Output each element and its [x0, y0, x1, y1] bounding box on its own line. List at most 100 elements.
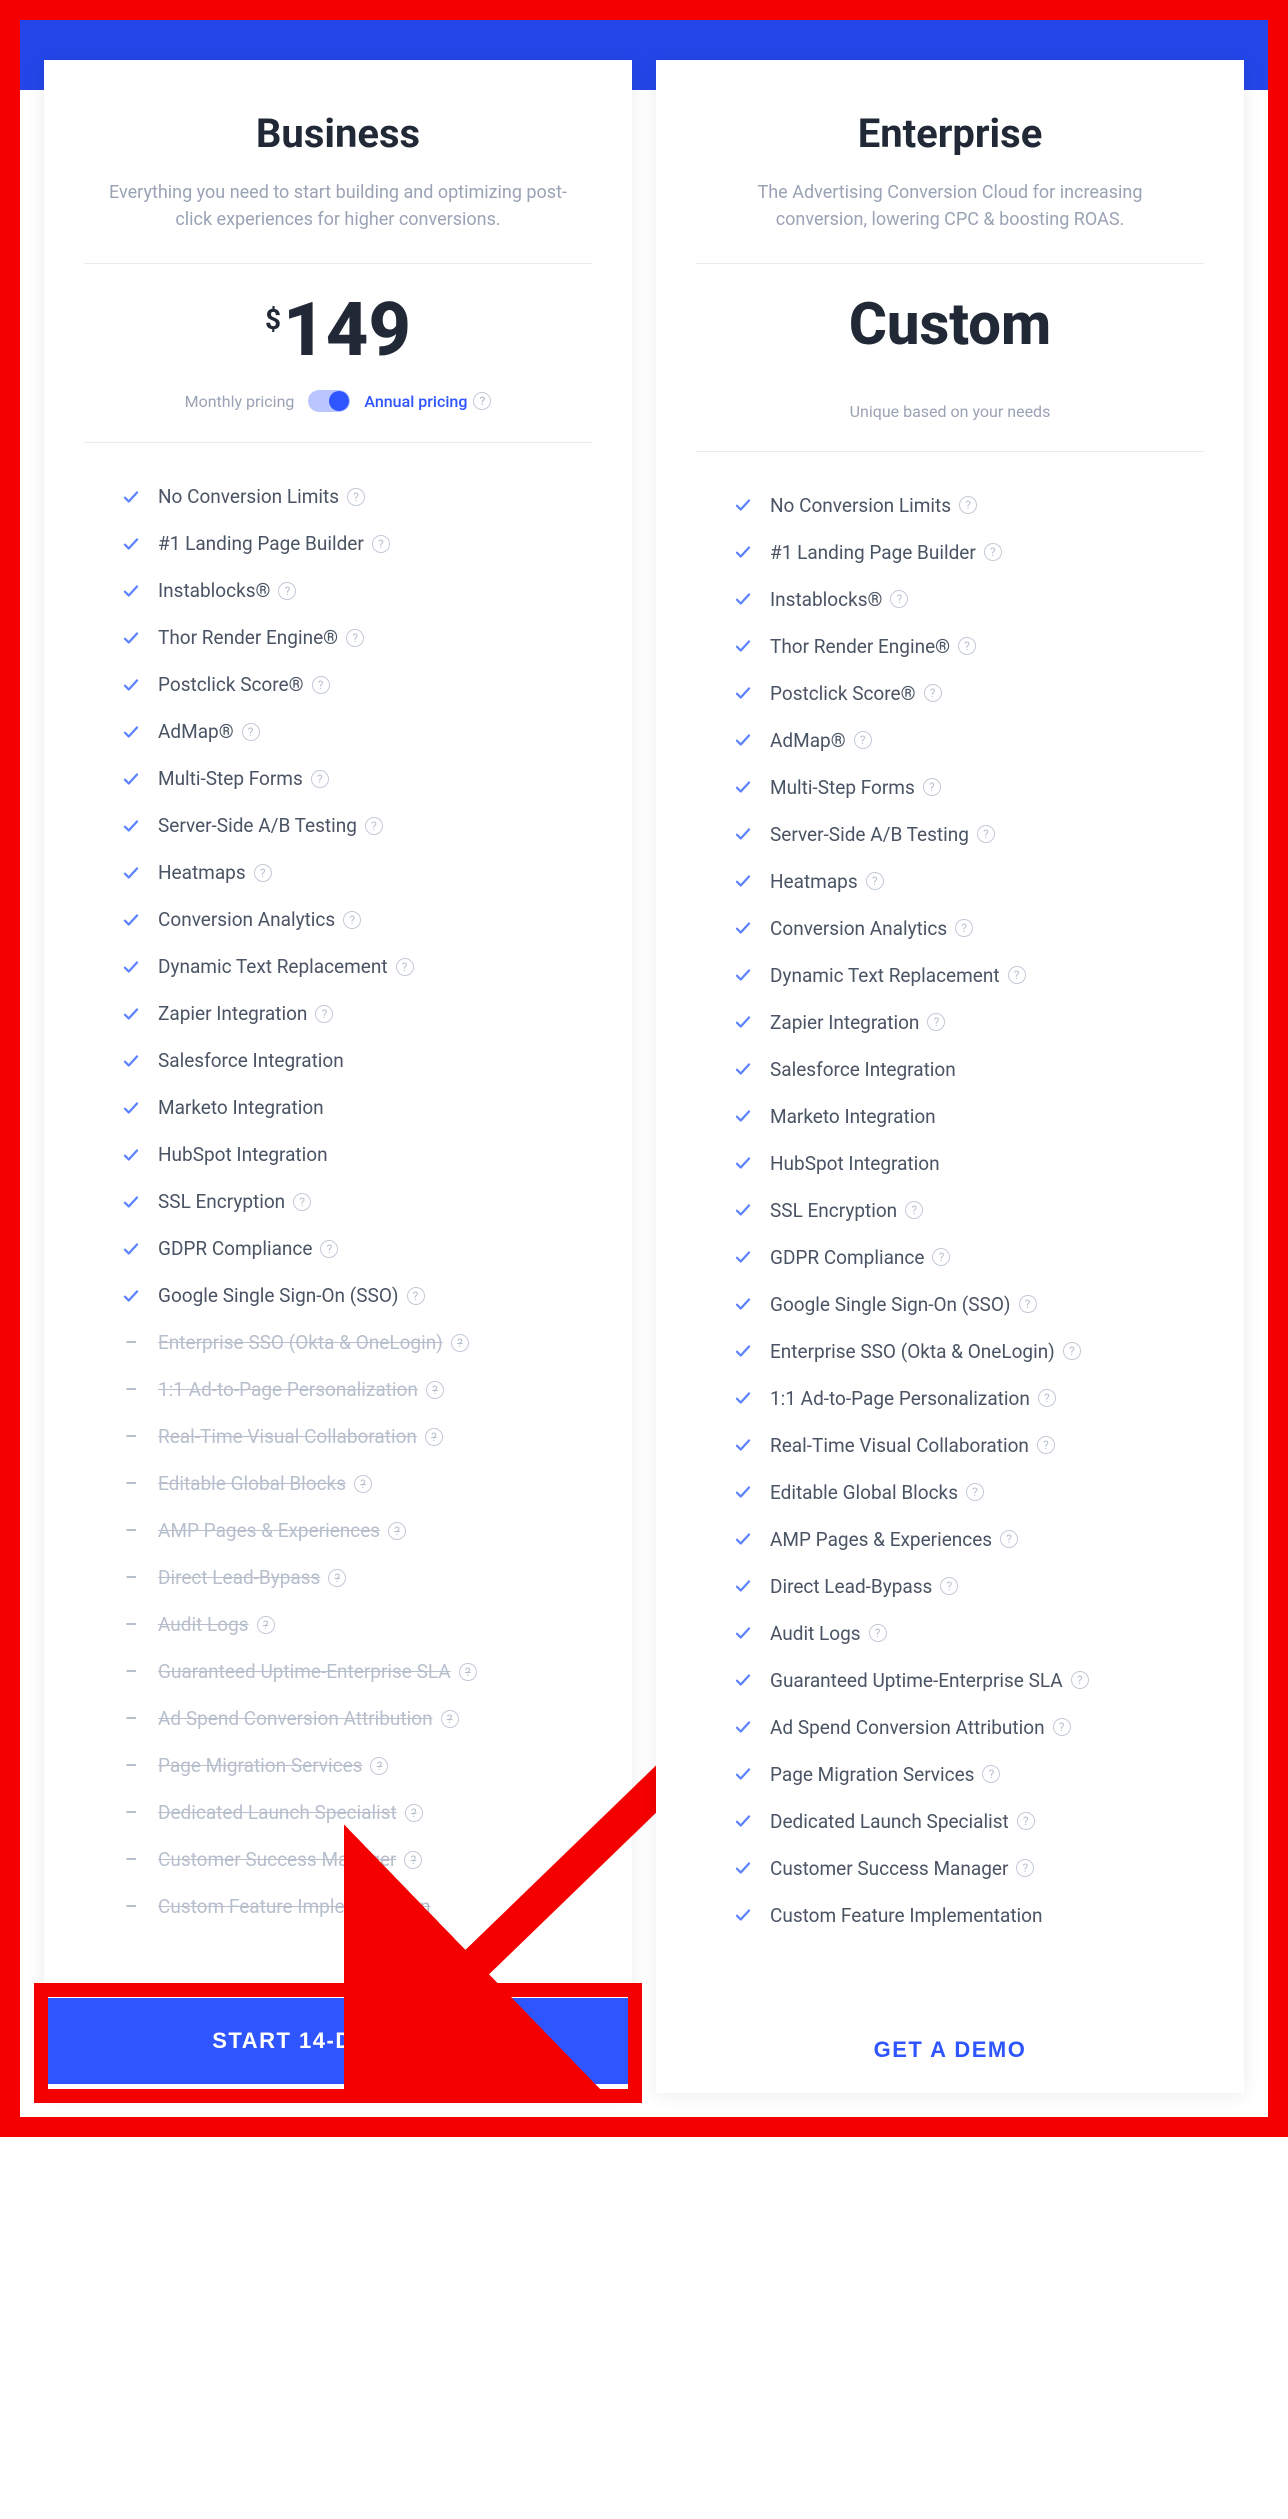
help-icon[interactable]: ? — [372, 535, 390, 553]
feature-item: Thor Render Engine®? — [122, 614, 592, 661]
help-icon[interactable]: ? — [354, 1475, 372, 1493]
help-icon[interactable]: ? — [315, 1005, 333, 1023]
feature-item: Server-Side A/B Testing? — [734, 811, 1204, 858]
feature-item: –Editable Global Blocks? — [122, 1460, 592, 1507]
help-icon[interactable]: ? — [1053, 1718, 1071, 1736]
help-icon[interactable]: ? — [977, 825, 995, 843]
feature-label: Customer Success Manager — [770, 1857, 1008, 1880]
help-icon[interactable]: ? — [1000, 1530, 1018, 1548]
help-icon[interactable]: ? — [890, 590, 908, 608]
feature-item: –AMP Pages & Experiences? — [122, 1507, 592, 1554]
help-icon[interactable]: ? — [257, 1616, 275, 1634]
feature-label: Conversion Analytics — [158, 908, 335, 931]
help-icon[interactable]: ? — [924, 684, 942, 702]
plan-subtitle: The Advertising Conversion Cloud for inc… — [710, 179, 1190, 233]
help-icon[interactable]: ? — [932, 1248, 950, 1266]
help-icon[interactable]: ? — [1016, 1859, 1034, 1877]
feature-label: Customer Success Manager — [158, 1848, 396, 1871]
dash-icon: – — [122, 1660, 140, 1683]
help-icon[interactable]: ? — [425, 1428, 443, 1446]
help-icon[interactable]: ? — [1019, 1295, 1037, 1313]
check-icon — [734, 872, 752, 890]
help-icon[interactable]: ? — [451, 1334, 469, 1352]
feature-item: Real-Time Visual Collaboration? — [734, 1422, 1204, 1469]
billing-toggle[interactable] — [308, 390, 350, 412]
help-icon[interactable]: ? — [923, 778, 941, 796]
help-icon[interactable]: ? — [343, 911, 361, 929]
pricing-note: Unique based on your needs — [696, 402, 1204, 421]
feature-item: #1 Landing Page Builder? — [122, 520, 592, 567]
feature-label: SSL Encryption — [770, 1199, 897, 1222]
toggle-label-monthly[interactable]: Monthly pricing — [185, 392, 295, 411]
help-icon[interactable]: ? — [958, 637, 976, 655]
feature-item: AMP Pages & Experiences? — [734, 1516, 1204, 1563]
check-icon — [122, 723, 140, 741]
help-icon[interactable]: ? — [866, 872, 884, 890]
help-icon[interactable]: ? — [854, 731, 872, 749]
help-icon[interactable]: ? — [347, 488, 365, 506]
feature-item: No Conversion Limits? — [122, 473, 592, 520]
help-icon[interactable]: ? — [1037, 1436, 1055, 1454]
custom-pricing-label: Custom — [696, 294, 1204, 358]
feature-label: Postclick Score® — [158, 673, 304, 696]
help-icon[interactable]: ? — [984, 543, 1002, 561]
feature-label: Editable Global Blocks — [770, 1481, 958, 1504]
help-icon[interactable]: ? — [278, 582, 296, 600]
help-icon[interactable]: ? — [1017, 1812, 1035, 1830]
help-icon[interactable]: ? — [370, 1757, 388, 1775]
help-icon[interactable]: ? — [473, 392, 491, 410]
help-icon[interactable]: ? — [396, 958, 414, 976]
help-icon[interactable]: ? — [404, 1851, 422, 1869]
feature-item: Zapier Integration? — [122, 990, 592, 1037]
help-icon[interactable]: ? — [959, 496, 977, 514]
check-icon — [734, 590, 752, 608]
check-icon — [734, 1906, 752, 1924]
help-icon[interactable]: ? — [254, 864, 272, 882]
feature-label: #1 Landing Page Builder — [158, 532, 364, 555]
feature-label: #1 Landing Page Builder — [770, 541, 976, 564]
feature-label: Custom Feature Implementation — [158, 1895, 431, 1918]
help-icon[interactable]: ? — [293, 1193, 311, 1211]
help-icon[interactable]: ? — [311, 770, 329, 788]
help-icon[interactable]: ? — [312, 676, 330, 694]
help-icon[interactable]: ? — [982, 1765, 1000, 1783]
check-icon — [734, 637, 752, 655]
help-icon[interactable]: ? — [388, 1522, 406, 1540]
help-icon[interactable]: ? — [1008, 966, 1026, 984]
dash-icon: – — [122, 1425, 140, 1448]
help-icon[interactable]: ? — [1063, 1342, 1081, 1360]
help-icon[interactable]: ? — [905, 1201, 923, 1219]
plan-subtitle: Everything you need to start building an… — [98, 179, 578, 233]
help-icon[interactable]: ? — [407, 1287, 425, 1305]
feature-label: Dedicated Launch Specialist — [770, 1810, 1009, 1833]
help-icon[interactable]: ? — [426, 1381, 444, 1399]
check-icon — [734, 731, 752, 749]
get-demo-button[interactable]: GET A DEMO — [656, 2007, 1244, 2093]
plan-card-enterprise: Enterprise The Advertising Conversion Cl… — [656, 60, 1244, 2093]
help-icon[interactable]: ? — [927, 1013, 945, 1031]
feature-label: Google Single Sign-On (SSO) — [770, 1293, 1011, 1316]
feature-label: Guaranteed Uptime-Enterprise SLA — [770, 1669, 1063, 1692]
divider — [696, 263, 1204, 264]
help-icon[interactable]: ? — [1071, 1671, 1089, 1689]
help-icon[interactable]: ? — [955, 919, 973, 937]
price-block: Custom Unique based on your needs — [696, 294, 1204, 421]
price-value: $ 149 — [265, 294, 411, 368]
help-icon[interactable]: ? — [242, 723, 260, 741]
help-icon[interactable]: ? — [346, 629, 364, 647]
help-icon[interactable]: ? — [441, 1710, 459, 1728]
toggle-label-annual[interactable]: Annual pricing ? — [364, 392, 491, 411]
help-icon[interactable]: ? — [966, 1483, 984, 1501]
help-icon[interactable]: ? — [1038, 1389, 1056, 1407]
feature-item: Postclick Score®? — [734, 670, 1204, 717]
help-icon[interactable]: ? — [459, 1663, 477, 1681]
start-trial-button[interactable]: START 14-DAY TRIAL — [44, 1998, 632, 2084]
help-icon[interactable]: ? — [328, 1569, 346, 1587]
help-icon[interactable]: ? — [405, 1804, 423, 1822]
help-icon[interactable]: ? — [365, 817, 383, 835]
dash-icon: – — [122, 1848, 140, 1871]
help-icon[interactable]: ? — [940, 1577, 958, 1595]
check-icon — [734, 1342, 752, 1360]
help-icon[interactable]: ? — [320, 1240, 338, 1258]
help-icon[interactable]: ? — [869, 1624, 887, 1642]
